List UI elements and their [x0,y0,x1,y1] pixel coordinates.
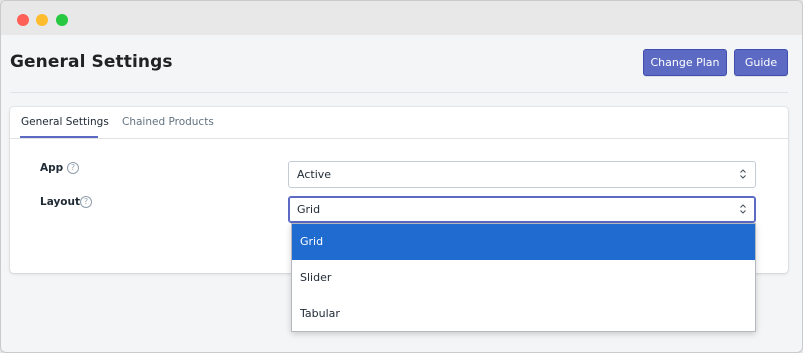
app-label: App [40,162,64,174]
dropdown-option-grid[interactable]: Grid [292,224,755,260]
tab-chained-products[interactable]: Chained Products [122,116,214,128]
app-select-value: Active [297,168,332,181]
minimize-window-icon[interactable] [36,14,48,26]
header-divider [10,92,788,93]
layout-select-value: Grid [297,203,321,216]
maximize-window-icon[interactable] [56,14,68,26]
guide-button[interactable]: Guide [734,49,788,76]
layout-label: Layout [40,196,81,208]
question-circle-icon[interactable]: ? [67,162,79,174]
active-tab-indicator [20,136,98,138]
tab-bar: General Settings Chained Products [10,107,788,139]
dropdown-option-slider[interactable]: Slider [292,260,755,296]
app-window: General Settings Change Plan Guide Gener… [0,0,803,353]
page-title: General Settings [10,52,173,72]
close-window-icon[interactable] [17,14,29,26]
title-bar [1,1,802,35]
question-circle-icon[interactable]: ? [80,196,92,208]
change-plan-button[interactable]: Change Plan [643,49,727,76]
tab-general-settings[interactable]: General Settings [21,116,109,128]
layout-dropdown-list: Grid Slider Tabular [291,223,756,332]
select-arrows-icon [740,168,746,180]
select-arrows-icon [740,203,746,215]
layout-select[interactable]: Grid [288,196,756,223]
dropdown-option-tabular[interactable]: Tabular [292,296,755,332]
app-select[interactable]: Active [288,161,756,188]
